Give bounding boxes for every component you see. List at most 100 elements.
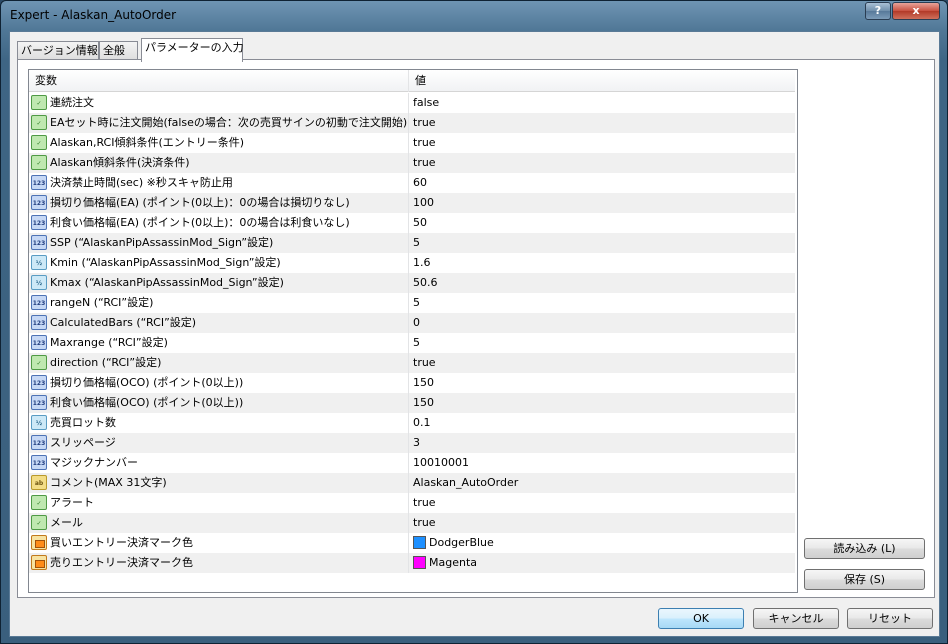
table-row[interactable]: ✓ メール true [29,513,795,533]
parameter-value[interactable]: 3 [413,433,420,453]
parameter-value[interactable]: true [413,513,436,533]
parameter-value[interactable]: 50.6 [413,273,438,293]
parameter-name: アラート [50,496,94,509]
parameter-value[interactable]: Alaskan_AutoOrder [413,473,518,493]
column-divider [408,153,409,173]
table-row[interactable]: 123 損切り価格幅(EA) (ポイント(0以上)：0の場合は損切りなし) 100 [29,193,795,213]
bool-icon: ✓ [31,355,47,370]
close-button[interactable]: x [892,2,940,20]
table-row[interactable]: 123 損切り価格幅(OCO) (ポイント(0以上)) 150 [29,373,795,393]
parameter-value[interactable]: DodgerBlue [429,533,494,553]
parameter-name: 売りエントリー決済マーク色 [50,556,193,569]
parameter-value[interactable]: false [413,93,439,113]
column-divider [408,513,409,533]
table-row[interactable]: 123 Maxrange (“RCI”設定) 5 [29,333,795,353]
table-row[interactable]: ✓ アラート true [29,493,795,513]
int-icon: 123 [31,455,47,470]
parameter-value[interactable]: 1.6 [413,253,431,273]
tab-version-info[interactable]: バージョン情報 [17,41,99,61]
table-row[interactable]: 123 rangeN (“RCI”設定) 5 [29,293,795,313]
bool-icon: ✓ [31,515,47,530]
column-divider [408,113,409,133]
parameter-value[interactable]: 150 [413,373,434,393]
load-button[interactable]: 読み込み (L) [804,538,925,559]
table-body: ✓ 連続注文 false ✓ EAセット時に注文開始(falseの場合：次の売買サインの… [29,93,795,573]
column-divider [408,313,409,333]
parameter-value[interactable]: 50 [413,213,427,233]
table-row[interactable]: ✓ EAセット時に注文開始(falseの場合：次の売買サインの初動で注文開始) tr… [29,113,795,133]
parameter-value[interactable]: 60 [413,173,427,193]
header-value[interactable]: 値 [409,70,795,92]
parameter-name: rangeN (“RCI”設定) [50,296,154,309]
parameter-name: Alaskan傾斜条件(決済条件) [50,156,190,169]
title-bar[interactable]: Expert - Alaskan_AutoOrder ? x [1,1,947,31]
double-icon: ½ [31,275,47,290]
parameters-table: 変数 値 ✓ 連続注文 false ✓ EAセット時に注文開始(falseの場合：次の売… [28,69,798,593]
color-icon [31,535,47,550]
parameter-value[interactable]: 5 [413,293,420,313]
parameter-value[interactable]: true [413,153,436,173]
bool-icon: ✓ [31,115,47,130]
parameter-name: マジックナンバー [50,456,138,469]
table-row[interactable]: 買いエントリー決済マーク色 DodgerBlue [29,533,795,553]
color-swatch[interactable] [413,556,426,569]
column-divider [408,493,409,513]
table-row[interactable]: 123 CalculatedBars (“RCI”設定) 0 [29,313,795,333]
column-divider [408,413,409,433]
table-row[interactable]: 123 SSP (“AlaskanPipAssassinMod_Sign”設定) 5 [29,233,795,253]
parameter-name: direction (“RCI”設定) [50,356,162,369]
column-divider [408,433,409,453]
reset-button[interactable]: リセット [847,608,933,629]
int-icon: 123 [31,435,47,450]
parameter-name: 利食い価格幅(OCO) (ポイント(0以上)) [50,396,244,409]
table-row[interactable]: ab コメント(MAX 31文字) Alaskan_AutoOrder [29,473,795,493]
parameter-value[interactable]: true [413,133,436,153]
parameter-value[interactable]: Magenta [429,553,477,573]
table-row[interactable]: ✓ 連続注文 false [29,93,795,113]
cancel-button[interactable]: キャンセル [753,608,839,629]
table-row[interactable]: 123 決済禁止時間(sec) ※秒スキャ防止用 60 [29,173,795,193]
save-button[interactable]: 保存 (S) [804,569,925,590]
table-row[interactable]: ✓ Alaskan,RCI傾斜条件(エントリー条件) true [29,133,795,153]
parameter-name: メール [50,516,83,529]
table-row[interactable]: ✓ Alaskan傾斜条件(決済条件) true [29,153,795,173]
int-icon: 123 [31,195,47,210]
bool-icon: ✓ [31,135,47,150]
parameter-value[interactable]: true [413,353,436,373]
parameter-value[interactable]: true [413,113,436,133]
table-row[interactable]: 123 利食い価格幅(OCO) (ポイント(0以上)) 150 [29,393,795,413]
parameter-value[interactable]: 0.1 [413,413,431,433]
table-row[interactable]: 123 マジックナンバー 10010001 [29,453,795,473]
column-divider [408,193,409,213]
table-row[interactable]: 売りエントリー決済マーク色 Magenta [29,553,795,573]
parameter-value[interactable]: 5 [413,233,420,253]
parameter-name: 損切り価格幅(OCO) (ポイント(0以上)) [50,376,244,389]
table-row[interactable]: ½ Kmin (“AlaskanPipAssassinMod_Sign”設定) 1.… [29,253,795,273]
table-row[interactable]: ✓ direction (“RCI”設定) true [29,353,795,373]
parameter-name: 売買ロット数 [50,416,116,429]
tab-input-parameters[interactable]: パラメーターの入力 [141,38,244,62]
bool-icon: ✓ [31,495,47,510]
parameter-name: 損切り価格幅(EA) (ポイント(0以上)：0の場合は損切りなし) [50,196,350,209]
color-swatch[interactable] [413,536,426,549]
parameter-name: Maxrange (“RCI”設定) [50,336,168,349]
column-divider [408,393,409,413]
tab-general[interactable]: 全般 [99,41,138,61]
parameter-value[interactable]: true [413,493,436,513]
parameter-value[interactable]: 150 [413,393,434,413]
table-row[interactable]: ½ Kmax (“AlaskanPipAssassinMod_Sign”設定) 50… [29,273,795,293]
column-divider [408,453,409,473]
table-row[interactable]: ½ 売買ロット数 0.1 [29,413,795,433]
parameter-value[interactable]: 100 [413,193,434,213]
parameter-value[interactable]: 0 [413,313,420,333]
column-divider [408,233,409,253]
header-variable[interactable]: 変数 [29,70,409,92]
parameter-value[interactable]: 5 [413,333,420,353]
table-row[interactable]: 123 スリッページ 3 [29,433,795,453]
table-row[interactable]: 123 利食い価格幅(EA) (ポイント(0以上)：0の場合は利食いなし) 50 [29,213,795,233]
table-header: 変数 値 [29,70,795,92]
help-button[interactable]: ? [865,2,891,20]
dialog-client-area: バージョン情報 全般 パラメーターの入力 変数 値 ✓ 連続注文 false ✓ EAセ… [9,31,940,637]
ok-button[interactable]: OK [658,608,744,629]
parameter-value[interactable]: 10010001 [413,453,469,473]
